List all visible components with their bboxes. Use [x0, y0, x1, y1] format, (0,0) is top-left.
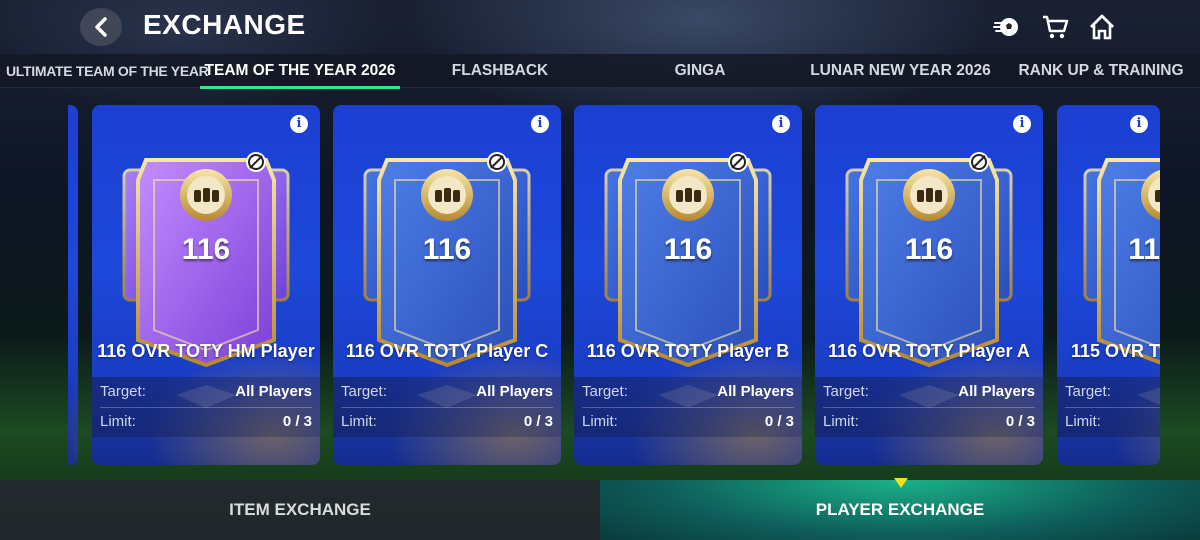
card-pack-icon [1083, 158, 1160, 405]
target-label: Target: [823, 383, 869, 400]
target-label: Target: [1065, 383, 1111, 400]
pack-art [357, 150, 537, 410]
limit-value: 0 / 3 [1005, 413, 1035, 430]
info-icon[interactable]: i [1130, 115, 1148, 133]
home-button[interactable] [1087, 12, 1117, 42]
exchange-card[interactable]: i [92, 105, 320, 465]
header: EXCHANGE [0, 0, 1200, 54]
limit-label: Limit: [823, 413, 859, 430]
info-icon[interactable]: i [531, 115, 549, 133]
target-value: All Players [476, 383, 553, 400]
target-label: Target: [341, 383, 387, 400]
ovr-rating: 116 [663, 233, 713, 266]
bottom-nav: ITEM EXCHANGE PLAYER EXCHANGE [0, 480, 1200, 540]
info-icon[interactable]: i [1013, 115, 1031, 133]
limit-value: 0 / 3 [282, 413, 312, 430]
category-tabs: ULTIMATE TEAM OF THE YEAR TEAM OF THE YE… [0, 54, 1200, 88]
target-value: All Players [235, 383, 312, 400]
divider [1065, 407, 1160, 408]
exchange-card[interactable]: i [574, 105, 802, 465]
limit-label: Limit: [1065, 413, 1101, 430]
card-title: 116 OVR TOTY Player A [828, 341, 1030, 361]
selected-tab-pointer-icon [894, 478, 908, 488]
card-title: 115 OVR T [1071, 341, 1160, 361]
target-label: Target: [100, 383, 146, 400]
ovr-rating: 11 [1128, 233, 1160, 266]
back-icon [95, 17, 107, 37]
limit-label: Limit: [582, 413, 618, 430]
pack-art [116, 150, 296, 410]
pack-art [839, 150, 1019, 410]
card-info-panel: Target: All Players Limit: 0 / 3 [333, 377, 561, 437]
player-exchange-tab[interactable]: PLAYER EXCHANGE [600, 480, 1200, 540]
active-tab-indicator [200, 86, 400, 89]
tab-lunar-new-year-2026[interactable]: LUNAR NEW YEAR 2026 [803, 54, 998, 88]
divider [341, 407, 553, 408]
card-title: 116 OVR TOTY HM Player [97, 341, 315, 361]
card-pack-icon [122, 152, 290, 408]
limit-label: Limit: [100, 413, 136, 430]
soccer-ball-icon [993, 18, 1018, 36]
limit-value: 0 / 3 [764, 413, 794, 430]
back-button[interactable] [80, 8, 122, 46]
info-icon[interactable]: i [290, 115, 308, 133]
tab-ultimate-team-of-the-year[interactable]: ULTIMATE TEAM OF THE YEAR [6, 54, 209, 88]
tab-team-of-the-year-2026[interactable]: TEAM OF THE YEAR 2026 [200, 54, 400, 88]
target-label: Target: [582, 383, 628, 400]
exchange-card[interactable]: i [333, 105, 561, 465]
tab-rank-up-training[interactable]: RANK UP & TRAINING [1005, 54, 1197, 88]
home-icon [1090, 14, 1114, 40]
tab-ginga[interactable]: GINGA [640, 54, 760, 88]
card-info-panel: Target: All Players Limit: 0 / 3 [574, 377, 802, 437]
shop-button[interactable] [1040, 12, 1070, 42]
pack-art [1077, 150, 1160, 410]
exchange-card[interactable]: i [815, 105, 1043, 465]
target-value: All Players [958, 383, 1035, 400]
card-info-panel: Target: All Players Limit: 0 / 3 [92, 377, 320, 437]
page-title: EXCHANGE [143, 9, 306, 40]
tab-flashback[interactable]: FLASHBACK [420, 54, 580, 88]
cart-icon [1043, 15, 1069, 39]
card-info-panel: Target: All Players Limit: 0 / 3 [815, 377, 1043, 437]
limit-label: Limit: [341, 413, 377, 430]
card-title: 116 OVR TOTY Player C [345, 341, 549, 361]
divider [582, 407, 794, 408]
card-pack-icon [363, 152, 531, 408]
item-exchange-tab[interactable]: ITEM EXCHANGE [0, 480, 600, 540]
ovr-rating: 116 [904, 233, 954, 266]
target-value: All Players [717, 383, 794, 400]
ovr-rating: 116 [422, 233, 472, 266]
card-title: 116 OVR TOTY Player B [586, 341, 790, 361]
info-icon[interactable]: i [772, 115, 790, 133]
pack-art [598, 150, 778, 410]
card-pack-icon [604, 152, 772, 408]
limit-value: 0 / 3 [523, 413, 553, 430]
divider [823, 407, 1035, 408]
soccer-ball-button[interactable] [992, 12, 1022, 42]
exchange-card[interactable]: i [1057, 105, 1160, 465]
card-info-panel: Target: Limit: [1057, 377, 1160, 437]
card-pack-icon [845, 152, 1013, 408]
ovr-rating: 116 [181, 233, 231, 266]
divider [100, 407, 312, 408]
